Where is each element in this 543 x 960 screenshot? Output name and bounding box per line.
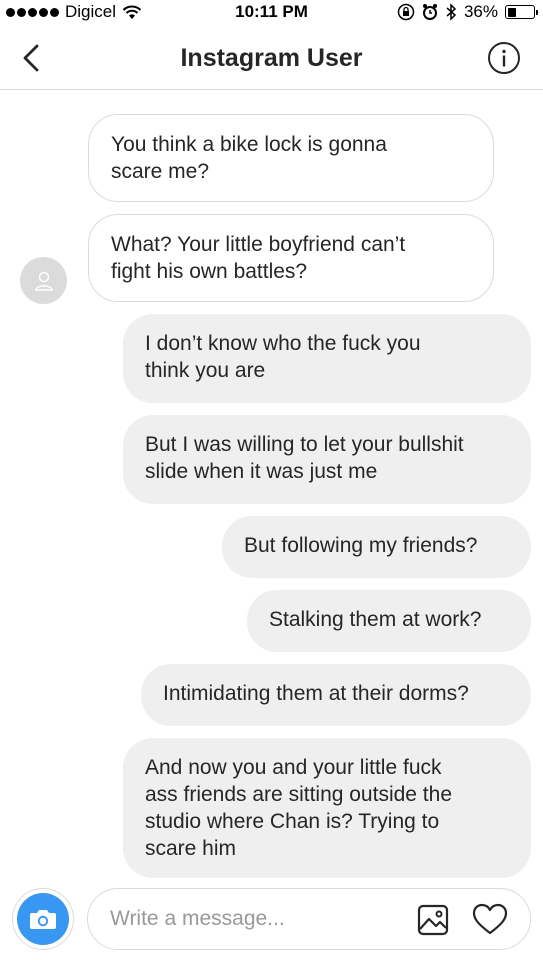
gallery-button[interactable] bbox=[416, 903, 450, 937]
message-input-box[interactable] bbox=[87, 888, 531, 950]
camera-button-fill bbox=[17, 893, 69, 945]
heart-icon bbox=[472, 903, 508, 935]
like-button[interactable] bbox=[472, 902, 508, 938]
sender-avatar[interactable] bbox=[20, 257, 67, 304]
message-outgoing[interactable]: Intimidating them at their dorms? bbox=[141, 664, 531, 726]
status-right: 36% bbox=[397, 2, 538, 22]
conversation-title[interactable]: Instagram User bbox=[0, 44, 543, 73]
message-outgoing[interactable]: I don’t know who the fuck you think you … bbox=[123, 314, 531, 403]
status-bar: Digicel 10:11 PM 36% bbox=[0, 0, 543, 26]
info-icon bbox=[488, 42, 520, 74]
bluetooth-icon bbox=[446, 3, 457, 21]
alarm-icon bbox=[422, 4, 437, 20]
orientation-lock-icon bbox=[397, 3, 415, 21]
chat-header: Instagram User bbox=[0, 26, 543, 90]
message-outgoing[interactable]: But I was willing to let your bullshit s… bbox=[123, 415, 531, 504]
message-outgoing[interactable]: But following my friends? bbox=[222, 516, 531, 578]
message-outgoing[interactable]: And now you and your little fuck ass fri… bbox=[123, 738, 531, 878]
battery-percent: 36% bbox=[463, 2, 498, 21]
person-icon bbox=[34, 271, 53, 291]
message-thread[interactable]: You think a bike lock is gonna scare me?… bbox=[0, 90, 543, 880]
info-button[interactable] bbox=[487, 41, 521, 75]
message-incoming[interactable]: You think a bike lock is gonna scare me? bbox=[88, 114, 494, 202]
camera-button[interactable] bbox=[12, 888, 74, 950]
battery-icon bbox=[505, 5, 538, 19]
message-incoming[interactable]: What? Your little boyfriend can’t fight … bbox=[88, 214, 494, 302]
message-outgoing[interactable]: Stalking them at work? bbox=[247, 590, 531, 652]
image-icon bbox=[417, 904, 449, 936]
battery-level bbox=[507, 7, 517, 17]
message-input[interactable] bbox=[110, 903, 390, 935]
message-composer bbox=[0, 880, 543, 960]
camera-icon bbox=[30, 910, 56, 929]
